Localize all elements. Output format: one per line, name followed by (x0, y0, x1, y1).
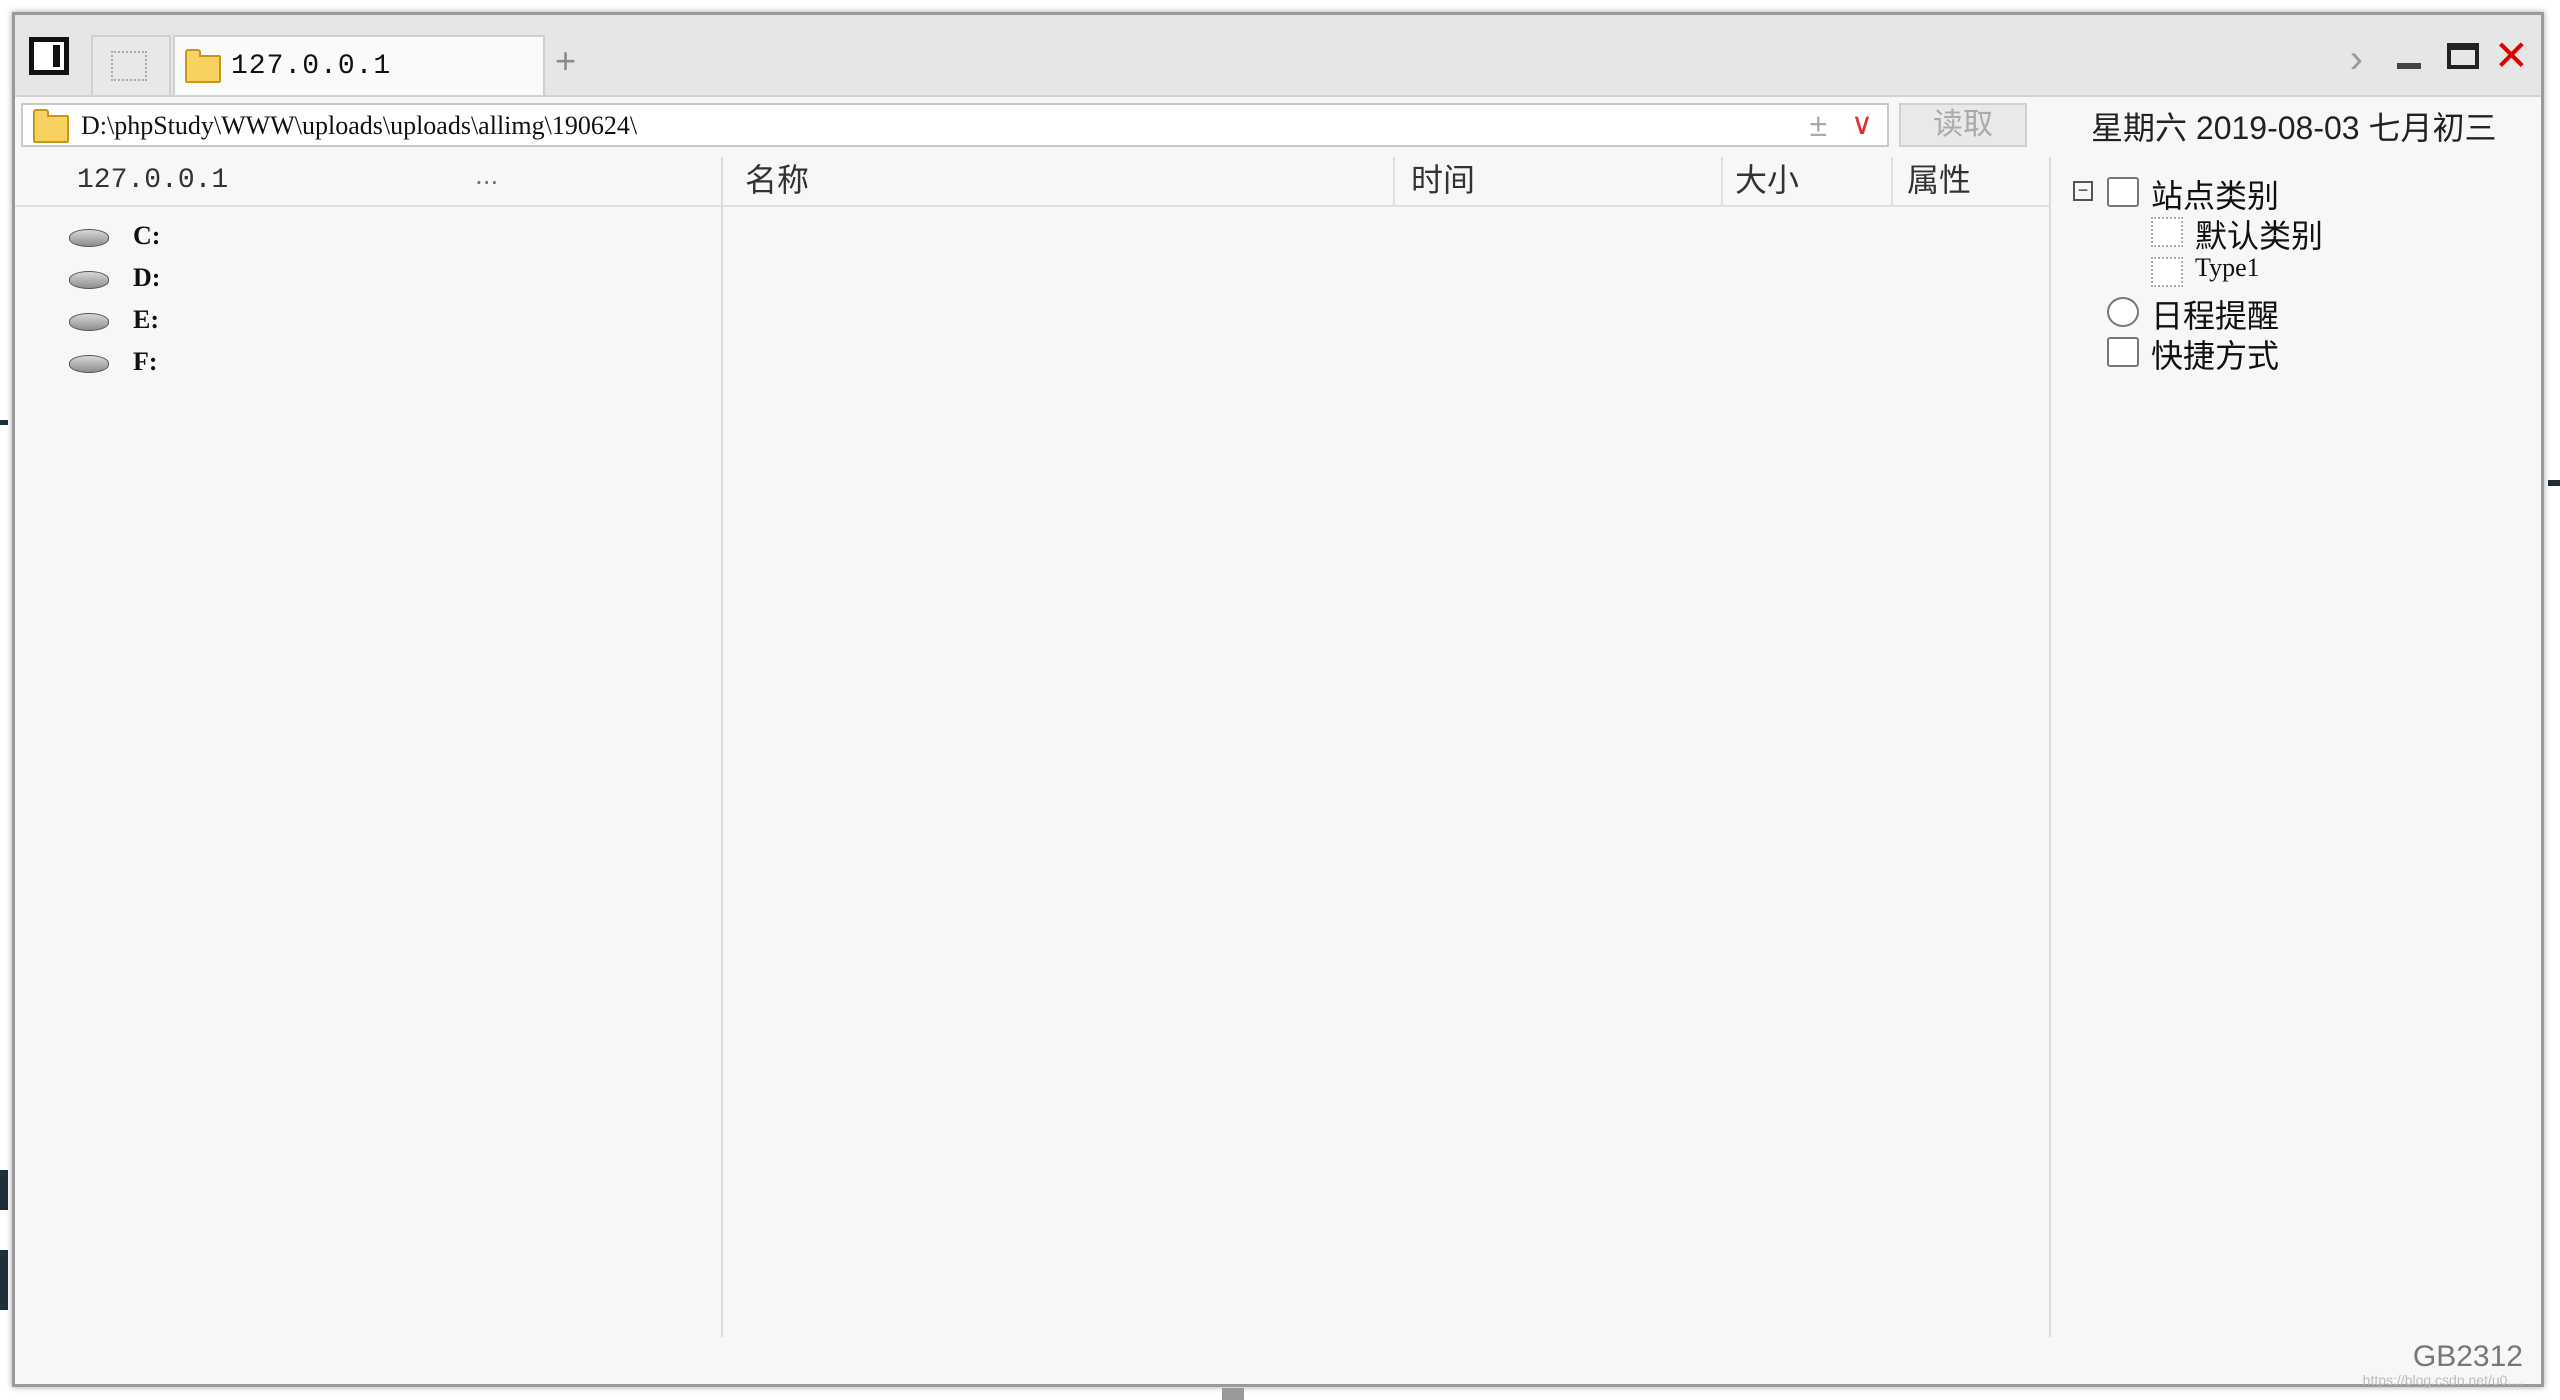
new-tab-button[interactable]: + (555, 43, 576, 79)
column-attributes[interactable]: 属性 (1907, 157, 1971, 205)
tree-item-type1[interactable]: Type1 (2195, 253, 2260, 283)
tree-folder-icon (2107, 177, 2139, 207)
sidebar-toggle-icon[interactable] (29, 37, 69, 75)
folder-icon (33, 109, 69, 143)
drive-label: F: (133, 347, 158, 376)
drive-icon (69, 229, 109, 247)
drive-tree-pane: 127.0.0.1 ... C: D: E: F: (15, 157, 723, 1337)
encoding-label[interactable]: GB2312 (2413, 1340, 2523, 1374)
background-window-edge (0, 420, 8, 425)
blank-page-icon (111, 51, 147, 81)
address-path: D:\phpStudy\WWW\uploads\uploads\allimg\1… (81, 111, 638, 140)
category-icon (2151, 217, 2183, 247)
file-list-pane: 名称 时间 大小 属性 (723, 157, 2051, 1337)
column-divider[interactable] (1393, 157, 1395, 205)
tab-active[interactable]: 127.0.0.1 (173, 35, 545, 95)
date-display: 星期六 2019-08-03 七月初三 (2091, 110, 2497, 146)
ellipsis-label[interactable]: ... (475, 159, 498, 191)
drive-label: E: (133, 305, 159, 334)
column-divider[interactable] (1891, 157, 1893, 205)
drive-icon (69, 271, 109, 289)
tab-bar: 127.0.0.1 + › ✕ (15, 15, 2541, 97)
clock-icon (2107, 297, 2139, 327)
tree-item-shortcuts[interactable]: 快捷方式 (2151, 331, 2279, 377)
category-icon (2151, 257, 2183, 287)
tab-label: 127.0.0.1 (231, 51, 392, 82)
hand-icon (2107, 337, 2139, 367)
drive-label: D: (133, 263, 161, 292)
tab-blank[interactable] (91, 35, 171, 95)
drive-icon (69, 313, 109, 331)
column-time[interactable]: 时间 (1411, 157, 1475, 205)
watermark: https://blog.csdn.net/u0.... (2362, 1372, 2523, 1388)
background-window-edge (0, 1170, 8, 1210)
drive-tree-header: 127.0.0.1 ... (15, 157, 721, 207)
column-size[interactable]: 大小 (1735, 157, 1799, 205)
maximize-icon[interactable] (2447, 43, 2479, 69)
address-bar: D:\phpStudy\WWW\uploads\uploads\allimg\1… (15, 99, 2029, 153)
site-tree-pane: − 站点类别 默认类别 Type1 日程提醒 快捷方式 (2051, 157, 2547, 1337)
tree-item-default-category[interactable]: 默认类别 (2195, 211, 2323, 257)
plus-minus-icon[interactable]: ± (1809, 107, 1827, 144)
background-window-edge (2548, 480, 2560, 486)
column-divider[interactable] (1721, 157, 1723, 205)
drive-label: C: (133, 221, 161, 250)
column-name[interactable]: 名称 (745, 157, 809, 205)
chevron-down-icon[interactable]: ∨ (1851, 107, 1873, 142)
ftp-client-window: 127.0.0.1 + › ✕ D:\phpStudy\WWW\uploads\… (12, 12, 2547, 1388)
drive-icon (69, 355, 109, 373)
address-field[interactable]: D:\phpStudy\WWW\uploads\uploads\allimg\1… (21, 103, 1889, 147)
file-list-header: 名称 时间 大小 属性 (723, 157, 2049, 207)
chevron-right-icon[interactable]: › (2350, 37, 2363, 82)
collapse-toggle-icon[interactable]: − (2073, 181, 2093, 201)
host-label: 127.0.0.1 (77, 165, 229, 196)
resize-grip[interactable] (1222, 1388, 1244, 1400)
background-window-edge (0, 1250, 8, 1310)
close-icon[interactable]: ✕ (2494, 31, 2529, 80)
read-button[interactable]: 读取 (1899, 103, 2027, 147)
folder-icon (185, 49, 221, 83)
minimize-icon[interactable] (2397, 63, 2421, 69)
